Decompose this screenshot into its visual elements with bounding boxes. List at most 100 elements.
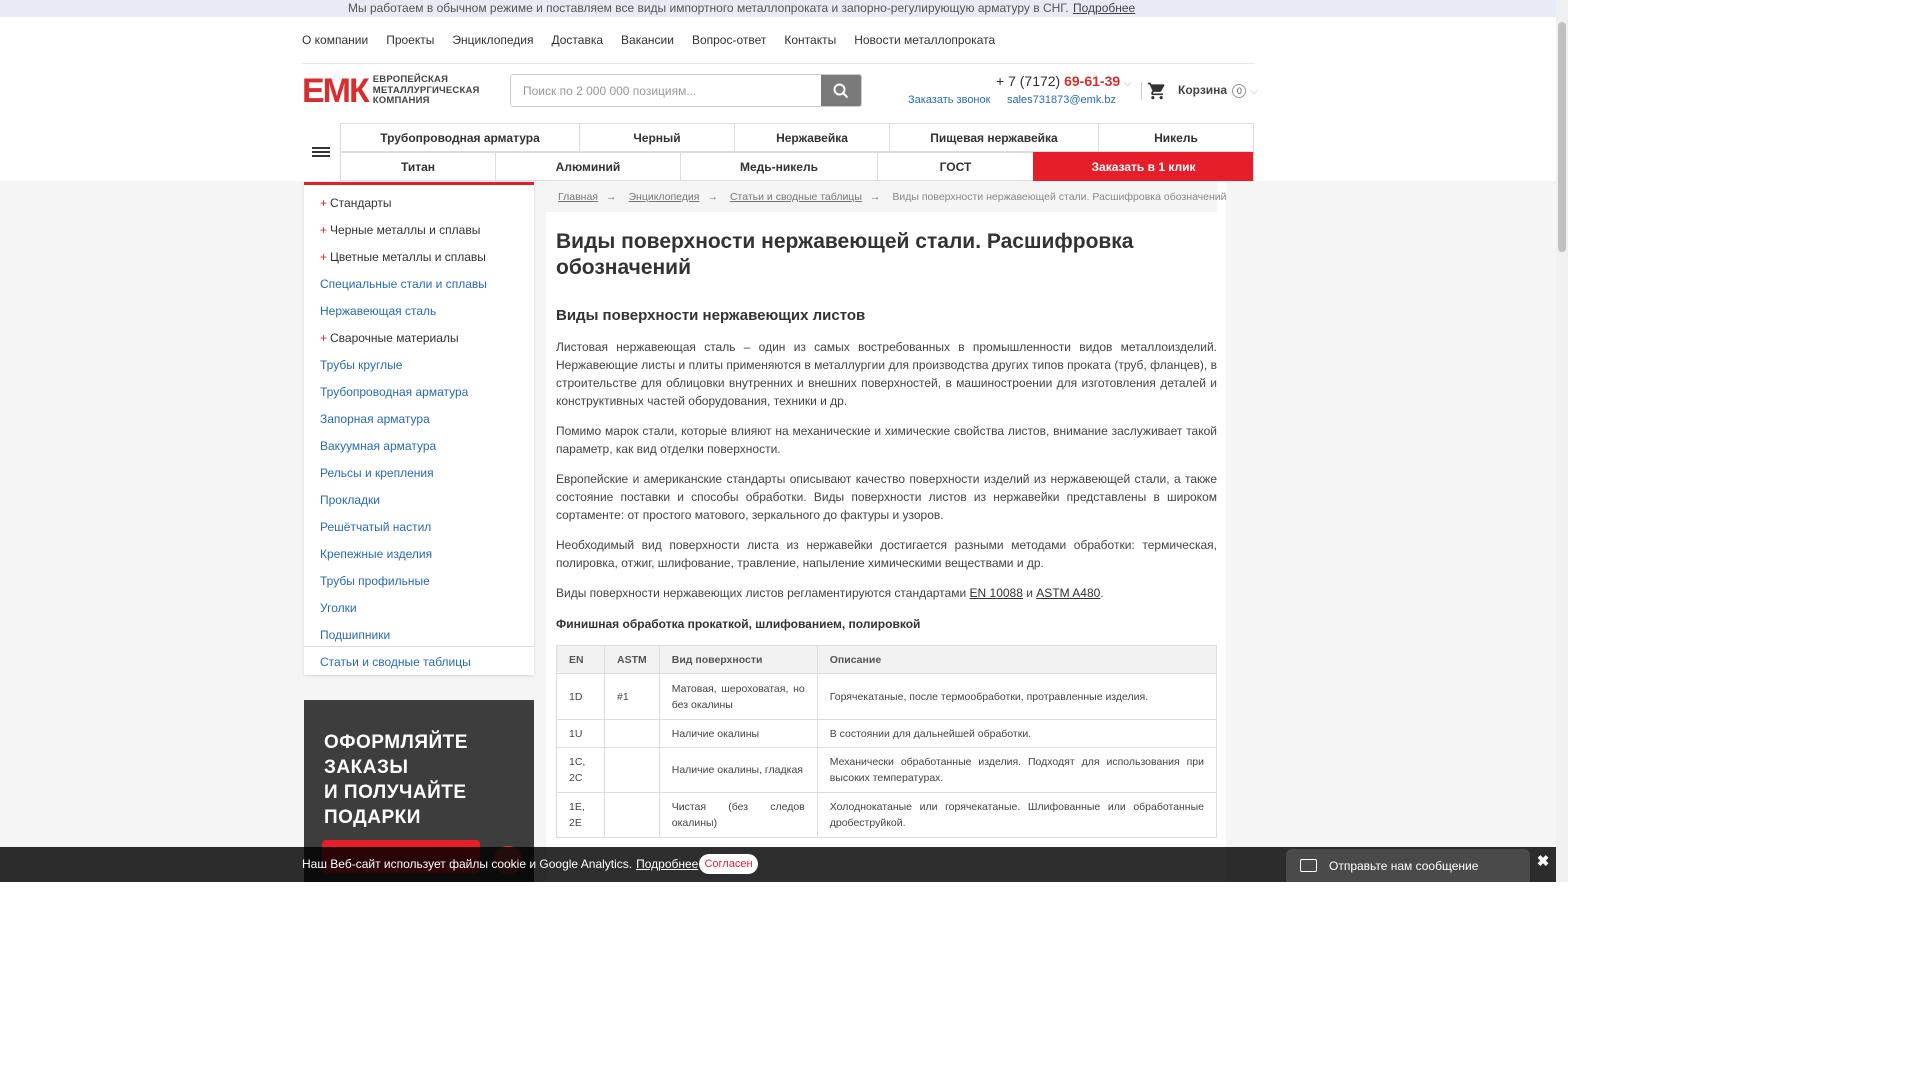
sidebar-item-gaskets[interactable]: Прокладки [320, 493, 380, 507]
sidebar-item-pipeline-valves[interactable]: Трубопроводная арматура [320, 385, 468, 399]
cookie-accept-button[interactable]: Согласен [699, 854, 758, 874]
nav-item-about[interactable]: О компании [302, 33, 368, 47]
arrow-right-icon: → [605, 190, 617, 203]
section-heading: Виды поверхности нержавеющих листов [556, 307, 866, 324]
announcement-bar: Мы работаем в обычном режиме и поставляе… [0, 0, 1556, 17]
column-header-astm: ASTM [604, 645, 660, 674]
table-cell: #1 [604, 673, 660, 720]
sidebar-item-nonferrous[interactable]: + Цветные металлы и сплавы [320, 250, 486, 264]
cart-count-badge: 0 [1232, 84, 1247, 98]
sidebar: + Стандарты + Черные металлы и сплавы + Цве… [304, 182, 534, 675]
table-cell: 1U [556, 719, 605, 748]
table-row: 1U Наличие окалины В состоянии для дальн… [556, 719, 1218, 748]
column-header-surface: Вид поверхности [658, 645, 818, 674]
search-input[interactable] [511, 75, 821, 106]
category-row-2: Титан Алюминий Медь-никель ГОСТ Заказать… [340, 152, 1254, 181]
paragraph-2: Помимо марок стали, которые влияют на ме… [556, 424, 1217, 456]
search-button[interactable] [821, 75, 861, 106]
table-header-row: EN ASTM Вид поверхности Описание [556, 645, 1218, 674]
promo-text: ОФОРМЛЯЙТЕ ЗАКАЗЫ И ПОЛУЧАЙТЕ ПОДАРКИ [324, 732, 468, 828]
sidebar-item-bearings[interactable]: Подшипники [320, 628, 390, 642]
hamburger-menu-icon[interactable] [302, 123, 340, 181]
table-cell: Горячекатаные, после термообработки, про… [816, 673, 1218, 720]
sidebar-item-vacuum-valves[interactable]: Вакуумная арматура [320, 439, 436, 453]
en-10088-link[interactable]: EN 10088 [970, 586, 1023, 600]
site-logo[interactable]: ЕМК ЕВРОПЕЙСКАЯ МЕТАЛЛУРГИЧЕСКАЯ КОМПАНИ… [302, 74, 496, 108]
search-box [510, 74, 862, 107]
paragraph-1: Листовая нержавеющая сталь – один из сам… [556, 340, 1217, 408]
table-cell: 1C, 2C [556, 747, 605, 793]
page-scrollbar[interactable] [1556, 0, 1568, 882]
paragraph-3: Европейские и американские стандарты опи… [556, 472, 1217, 522]
sidebar-item-round-pipes[interactable]: Трубы круглые [320, 358, 402, 372]
arrow-right-icon: → [869, 190, 881, 203]
mail-icon [1300, 859, 1317, 872]
phone-number[interactable]: + 7 (7172) 69-61-39 ⌵ [996, 73, 1131, 89]
breadcrumb-home[interactable]: Главная [558, 191, 598, 203]
table-row: 1D #1 Матовая, шероховатая, но без окали… [556, 673, 1218, 720]
category-black[interactable]: Черный [579, 123, 734, 152]
category-pipeline-valves[interactable]: Трубопроводная арматура [340, 123, 579, 152]
sidebar-item-welding[interactable]: + Сварочные материалы [320, 331, 459, 345]
sidebar-item-articles[interactable]: Статьи и сводные таблицы [320, 655, 471, 669]
header-separator [1141, 82, 1142, 100]
sidebar-item-standards[interactable]: + Стандарты [320, 196, 392, 210]
sidebar-item-rails[interactable]: Рельсы и крепления [320, 466, 434, 480]
announcement-text: Мы работаем в обычном режиме и поставляе… [348, 1, 1069, 15]
nav-item-delivery[interactable]: Доставка [551, 33, 603, 47]
table-row: 1C, 2C Наличие окалины, гладкая Механиче… [556, 747, 1218, 793]
header-divider [302, 63, 1254, 64]
sidebar-divider [304, 646, 534, 647]
category-copper-nickel[interactable]: Медь-никель [680, 152, 877, 181]
category-aluminium[interactable]: Алюминий [495, 152, 680, 181]
table-cell: Чистая (без следов окалины) [658, 792, 818, 838]
scrollbar-thumb[interactable] [1558, 22, 1566, 252]
close-icon[interactable]: ✖ [1533, 852, 1553, 872]
nav-item-encyclopedia[interactable]: Энциклопедия [452, 33, 533, 47]
category-food-stainless[interactable]: Пищевая нержавейка [889, 123, 1098, 152]
table-cell [604, 719, 660, 748]
sidebar-item-grating[interactable]: Решётчатый настил [320, 520, 431, 534]
category-gost[interactable]: ГОСТ [877, 152, 1033, 181]
callback-link[interactable]: Заказать звонок [908, 94, 990, 106]
sidebar-item-fasteners[interactable]: Крепежные изделия [320, 547, 432, 561]
logo-text: ЕВРОПЕЙСКАЯ МЕТАЛЛУРГИЧЕСКАЯ КОМПАНИЯ [372, 74, 480, 107]
category-nickel[interactable]: Никель [1098, 123, 1254, 152]
astm-a480-link[interactable]: ASTM A480 [1036, 586, 1100, 600]
breadcrumb-articles[interactable]: Статьи и сводные таблицы [730, 191, 862, 203]
category-stainless[interactable]: Нержавейка [734, 123, 889, 152]
sidebar-item-profile-pipes[interactable]: Трубы профильные [320, 574, 430, 588]
table-cell: Холоднокатаные или горячекатаные. Шлифов… [816, 792, 1218, 838]
cart-icon[interactable] [1147, 81, 1167, 101]
sidebar-item-special-steels[interactable]: Специальные стали и сплавы [320, 277, 487, 291]
nav-item-vacancies[interactable]: Вакансии [621, 33, 674, 47]
nav-item-projects[interactable]: Проекты [386, 33, 434, 47]
category-row-1: Трубопроводная арматура Черный Нержавейк… [340, 123, 1254, 152]
page-title: Виды поверхности нержавеющей стали. Расш… [556, 230, 1134, 279]
nav-item-faq[interactable]: Вопрос-ответ [692, 33, 766, 47]
table-row: 1E, 2E Чистая (без следов окалины) Холод… [556, 792, 1218, 838]
nav-item-contacts[interactable]: Контакты [784, 33, 836, 47]
table-cell: Матовая, шероховатая, но без окалины [658, 673, 818, 720]
announcement-more-link[interactable]: Подробнее [1073, 1, 1135, 15]
table-cell: Наличие окалины [658, 719, 818, 748]
category-titanium[interactable]: Титан [340, 152, 495, 181]
chat-widget[interactable]: Отправьте нам сообщение [1286, 849, 1530, 882]
table-cell [604, 792, 660, 838]
cart-button[interactable]: Корзина 0 ⌵ [1178, 83, 1257, 98]
one-click-order-button[interactable]: Заказать в 1 клик [1033, 152, 1254, 181]
sidebar-item-angles[interactable]: Уголки [320, 601, 357, 615]
sidebar-item-shutoff-valves[interactable]: Запорная арматура [320, 412, 430, 426]
plus-icon: + [320, 331, 328, 345]
email-link[interactable]: sales731873@emk.bz [1007, 94, 1116, 106]
paragraph-5: Виды поверхности нержавеющих листов регл… [556, 586, 1104, 600]
surface-finish-table: EN ASTM Вид поверхности Описание 1D #1 М… [556, 645, 1218, 838]
sidebar-item-stainless[interactable]: Нержавеющая сталь [320, 304, 436, 318]
plus-icon: + [320, 223, 328, 237]
main-nav: О компании Проекты Энциклопедия Доставка… [302, 33, 1013, 47]
sidebar-item-ferrous[interactable]: + Черные металлы и сплавы [320, 223, 480, 237]
table-cell: 1D [556, 673, 605, 720]
breadcrumb-encyclopedia[interactable]: Энциклопедия [628, 191, 699, 203]
nav-item-news[interactable]: Новости металлопроката [854, 33, 995, 47]
cookie-more-link[interactable]: Подробнее [636, 857, 698, 871]
